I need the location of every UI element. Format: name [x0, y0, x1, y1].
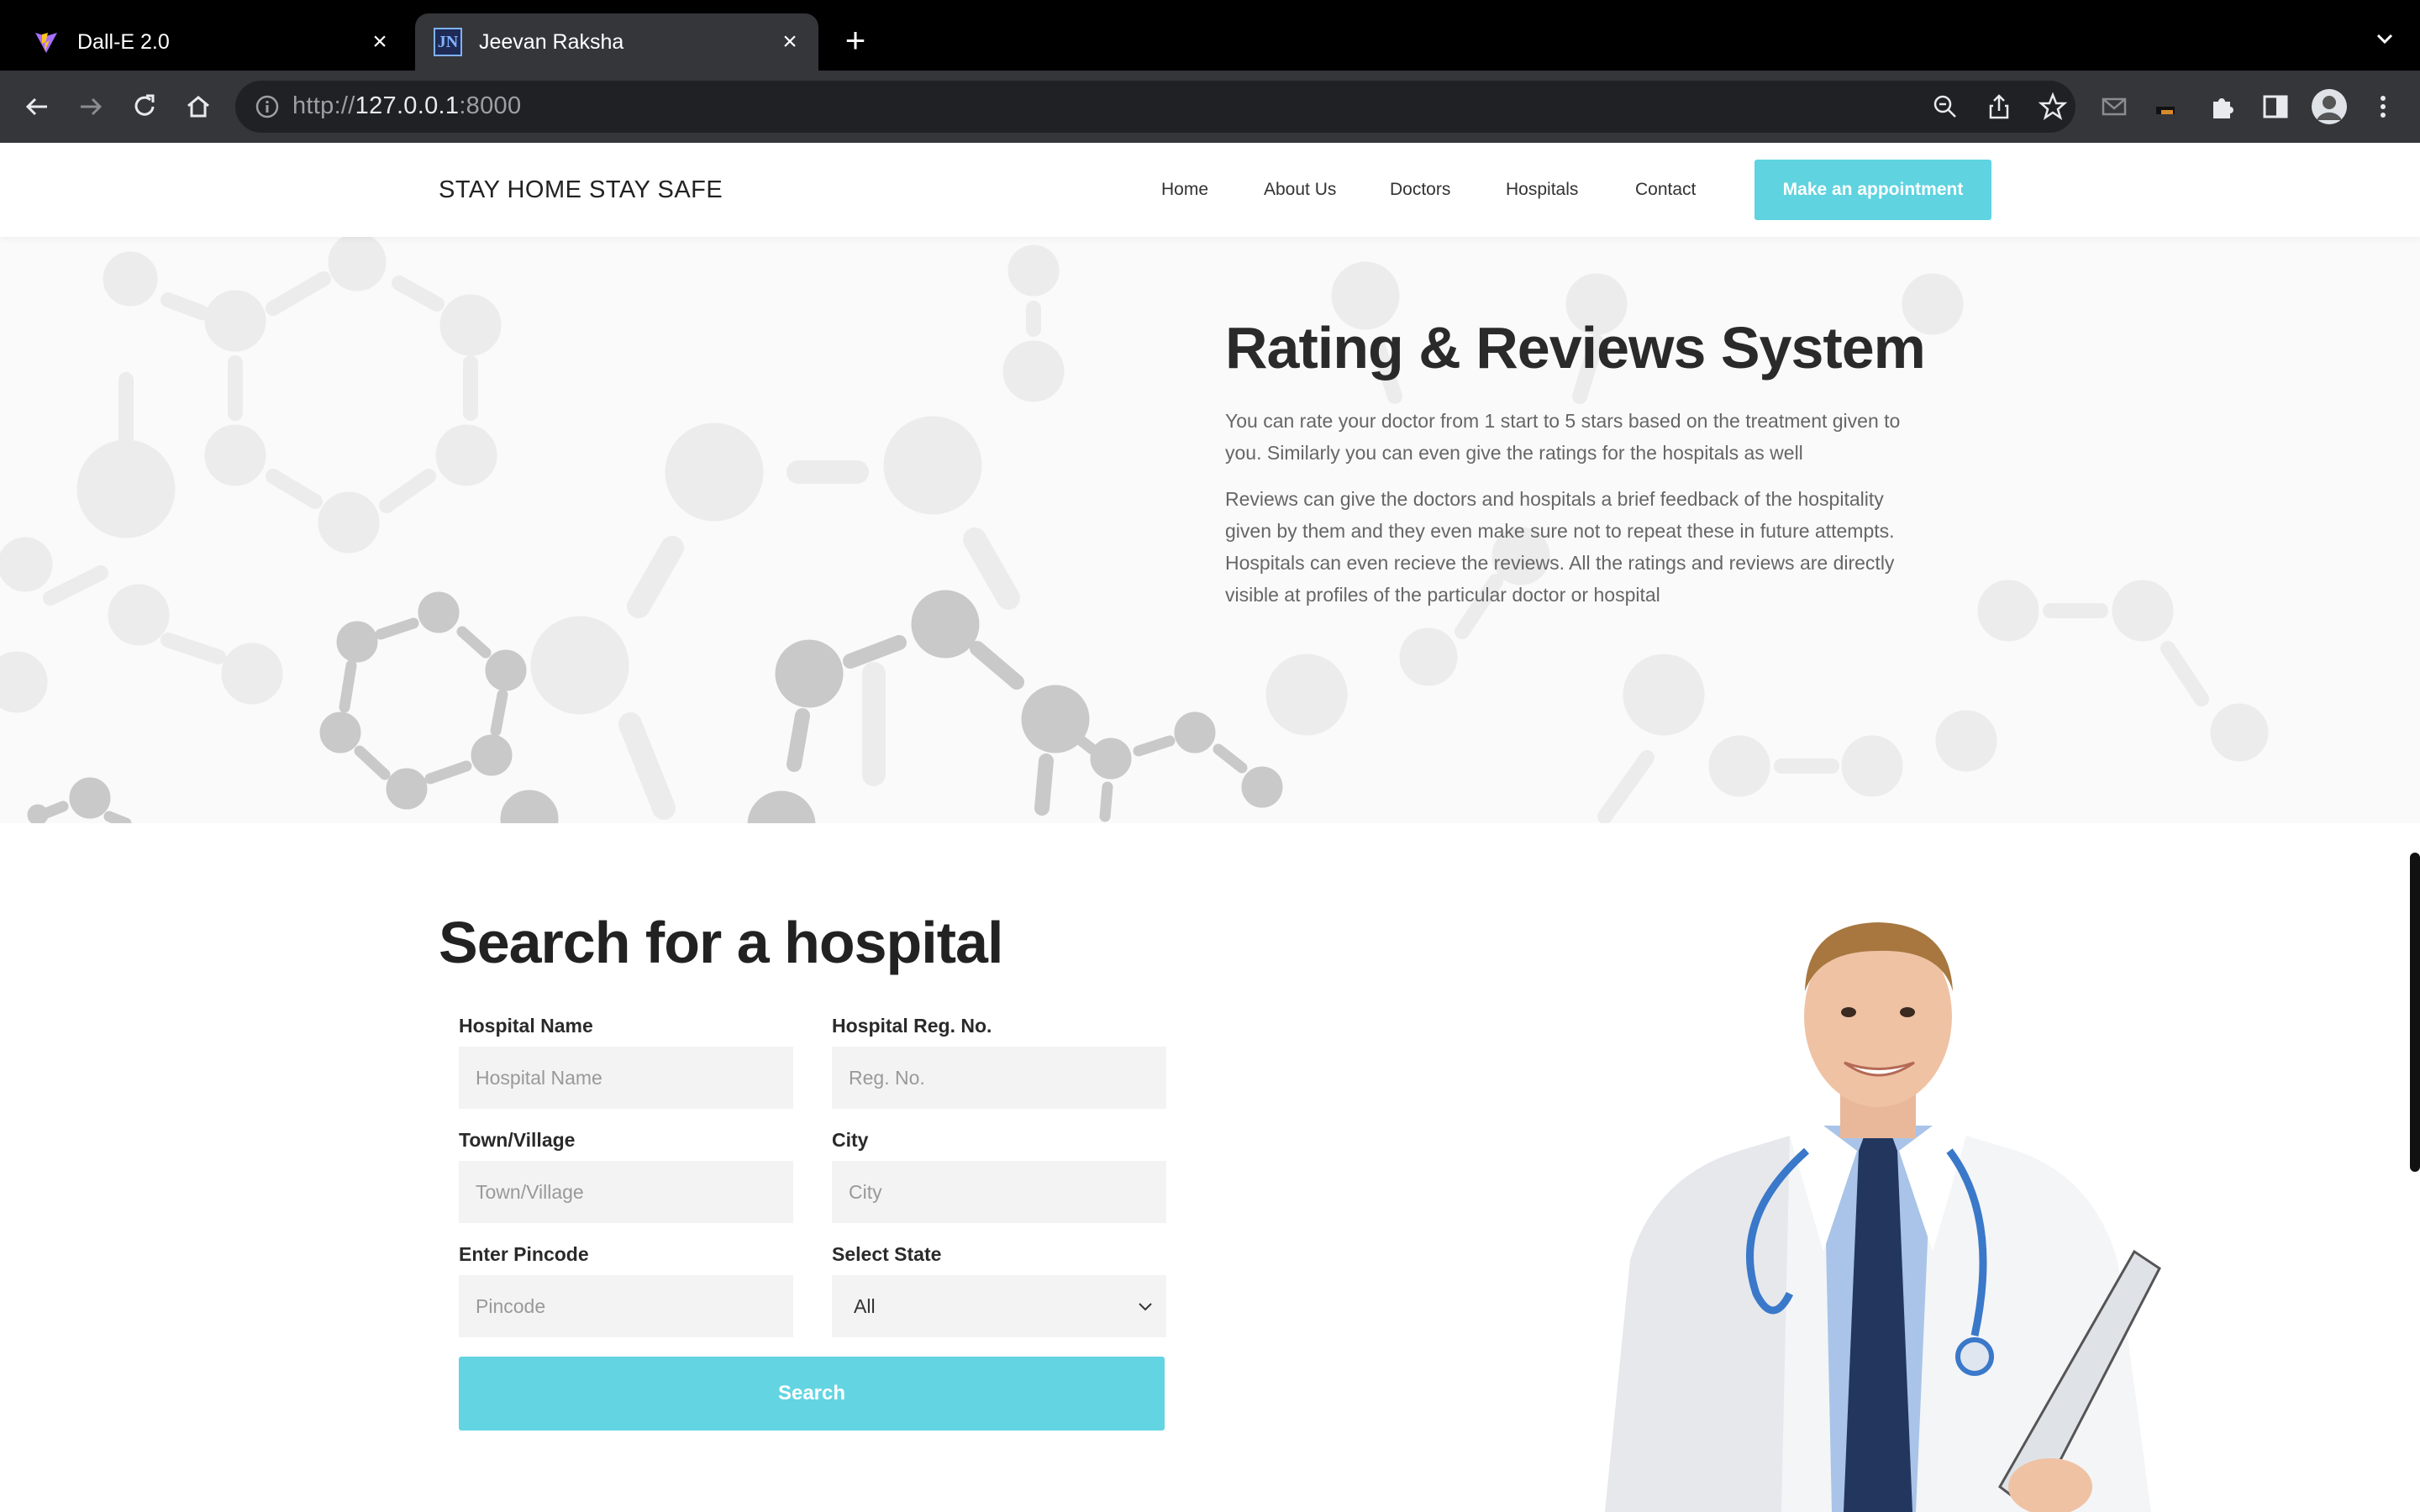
forward-arrow-icon[interactable] [71, 87, 111, 127]
new-tab-icon[interactable]: + [835, 22, 876, 62]
home-icon[interactable] [178, 87, 218, 127]
reload-icon[interactable] [124, 87, 165, 127]
site-info-icon[interactable] [252, 92, 282, 122]
nav-link-about-us[interactable]: About Us [1264, 180, 1336, 200]
chevron-down-icon [1133, 1294, 1158, 1319]
browser-menu-icon[interactable] [2363, 87, 2403, 127]
tab-title: Dall-E 2.0 [77, 29, 170, 54]
rating-section: Rating & Reviews System You can rate you… [0, 237, 2420, 823]
tab-search-chevron-icon[interactable] [2368, 22, 2402, 55]
state-label: Select State [832, 1243, 942, 1265]
tab-title: Jeevan Raksha [479, 29, 624, 54]
state-select-value: All [854, 1294, 876, 1317]
tab-jeevan-raksha[interactable]: JN Jeevan Raksha × [415, 13, 818, 71]
review-paragraph-line: Reviews can give the doctors and hospita… [1225, 488, 1884, 510]
nav-link-contact[interactable]: Contact [1635, 180, 1696, 200]
share-icon[interactable] [1983, 91, 2015, 123]
profile-avatar-icon[interactable] [2309, 87, 2349, 127]
hospital-name-label: Hospital Name [459, 1015, 593, 1037]
rating-title: Rating & Reviews System [1225, 315, 1926, 381]
make-appointment-button[interactable]: Make an appointment [1754, 160, 1991, 220]
jn-logo-icon: JN [434, 28, 462, 56]
search-title: Search for a hospital [439, 910, 1003, 975]
hospital-name-input[interactable] [459, 1047, 793, 1109]
rating-paragraph-line: you. Similarly you can even give the rat… [1225, 442, 1803, 464]
review-paragraph-line: Hospitals can even recieve the reviews. … [1225, 552, 1895, 574]
pincode-input[interactable] [459, 1275, 793, 1337]
city-label: City [832, 1129, 869, 1151]
site-brand[interactable]: STAY HOME STAY SAFE [439, 176, 723, 204]
review-paragraph-line: visible at profiles of the particular do… [1225, 584, 1660, 606]
mail-extension-icon[interactable] [2094, 87, 2134, 127]
nav-link-doctors[interactable]: Doctors [1390, 180, 1450, 200]
page-scrollbar[interactable] [2410, 853, 2420, 1172]
molecule-background-graphic [0, 237, 2269, 823]
doctor-image [1605, 922, 2161, 1512]
search-button[interactable]: Search [459, 1357, 1165, 1431]
url-text: http://127.0.0.1:8000 [292, 92, 522, 119]
extensions-puzzle-icon[interactable] [2202, 87, 2242, 127]
city-input[interactable] [832, 1161, 1166, 1223]
reg-no-input[interactable] [832, 1047, 1166, 1109]
side-panel-icon[interactable] [2255, 87, 2296, 127]
nav-link-home[interactable]: Home [1161, 180, 1208, 200]
back-arrow-icon[interactable] [17, 87, 57, 127]
browser-tabstrip: Dall-E 2.0 × JN Jeevan Raksha × + [0, 0, 2420, 71]
town-label: Town/Village [459, 1129, 576, 1151]
browser-toolbar: http://127.0.0.1:8000 [0, 71, 2420, 143]
close-tab-icon[interactable]: × [363, 25, 397, 59]
zoom-icon[interactable] [1929, 91, 1961, 123]
reg-no-label: Hospital Reg. No. [832, 1015, 992, 1037]
extension-app-icon[interactable] [2148, 87, 2188, 127]
vite-logo-icon [32, 28, 60, 56]
review-paragraph-line: given by them and they even make sure no… [1225, 520, 1895, 542]
town-input[interactable] [459, 1161, 793, 1223]
site-header: STAY HOME STAY SAFE Home About Us Doctor… [0, 143, 2420, 237]
bookmark-star-icon[interactable] [2037, 91, 2069, 123]
close-tab-icon[interactable]: × [773, 25, 807, 59]
tab-dall-e[interactable]: Dall-E 2.0 × [13, 13, 408, 71]
state-select[interactable]: All [832, 1275, 1166, 1337]
pincode-label: Enter Pincode [459, 1243, 589, 1265]
address-bar[interactable]: http://127.0.0.1:8000 [235, 81, 2075, 133]
web-page: STAY HOME STAY SAFE Home About Us Doctor… [0, 143, 2420, 1512]
nav-link-hospitals[interactable]: Hospitals [1506, 180, 1578, 200]
rating-paragraph-line: You can rate your doctor from 1 start to… [1225, 410, 1901, 432]
